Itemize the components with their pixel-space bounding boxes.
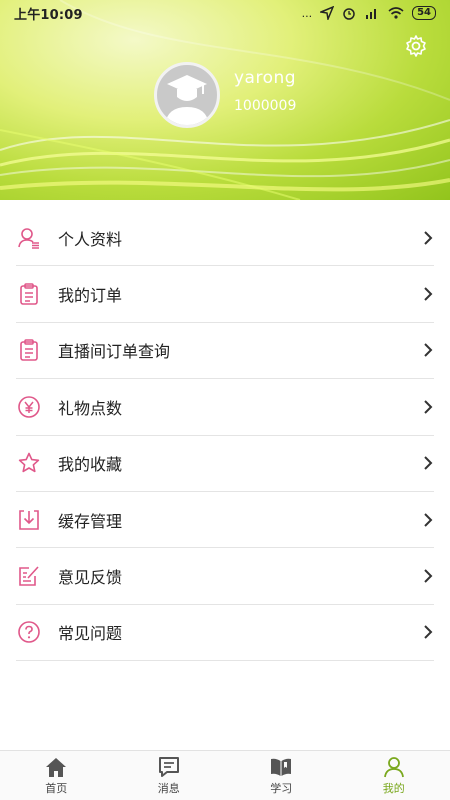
tab-label: 首页 (45, 781, 68, 795)
tab-label: 我的 (382, 781, 405, 795)
star-icon (16, 450, 42, 476)
user-icon (383, 756, 404, 777)
tab-label: 消息 (157, 781, 180, 795)
menu-item-label: 我的订单 (58, 286, 123, 306)
menu-item-favorites[interactable]: 我的收藏 (16, 436, 434, 492)
tab-label: 学习 (270, 781, 293, 795)
menu-item-label: 缓存管理 (58, 511, 123, 531)
battery-indicator: 54 (412, 6, 436, 20)
menu-item-label: 我的收藏 (58, 455, 123, 475)
chevron-right-icon (424, 625, 433, 640)
tab-study[interactable]: 学习 (225, 751, 338, 800)
alarm-icon (343, 8, 355, 20)
chevron-right-icon (424, 569, 433, 583)
book-icon (271, 758, 292, 776)
user-profile-icon (16, 225, 42, 251)
menu-item-label: 意见反馈 (58, 568, 123, 588)
menu-item-gift-points[interactable]: 礼物点数 (16, 379, 434, 436)
signal-dots: ... (301, 6, 313, 20)
menu-item-faq[interactable]: 常见问题 (16, 605, 434, 662)
download-icon (16, 507, 42, 533)
avatar[interactable] (154, 62, 220, 128)
chevron-right-icon (424, 400, 433, 414)
status-time: 上午10:09 (14, 7, 83, 23)
chevron-right-icon (424, 512, 433, 527)
menu-item-my-orders[interactable]: 我的订单 (16, 266, 434, 323)
wifi-icon (388, 7, 404, 19)
settings-menu-list: 个人资料 我的订单 直播间订单查询 礼物点数 我的收藏 缓存管理 意见反馈 常见… (0, 210, 450, 662)
tab-home[interactable]: 首页 (0, 751, 113, 800)
yen-coin-icon (16, 394, 42, 420)
menu-item-label: 个人资料 (58, 229, 123, 249)
user-id: 1000009 (234, 98, 297, 114)
settings-gear-icon[interactable] (404, 34, 428, 58)
chevron-right-icon (424, 287, 433, 301)
menu-item-profile[interactable]: 个人资料 (16, 210, 434, 267)
tab-mine[interactable]: 我的 (338, 751, 450, 800)
menu-item-cache-management[interactable]: 缓存管理 (16, 492, 434, 549)
status-bar: 上午10:09 ... 54 (0, 0, 450, 26)
menu-item-label: 常见问题 (58, 624, 123, 644)
bottom-tab-bar: 首页 消息 学习 我的 (0, 750, 450, 800)
status-icons: ... 54 (302, 6, 436, 20)
menu-item-label: 直播间订单查询 (58, 342, 171, 362)
tab-messages[interactable]: 消息 (113, 751, 226, 800)
header-wave-decoration (0, 0, 450, 200)
chevron-right-icon (424, 343, 433, 358)
menu-item-feedback[interactable]: 意见反馈 (16, 548, 434, 605)
location-icon (320, 6, 335, 20)
mobile-signal-icon (366, 9, 377, 19)
chevron-right-icon (424, 230, 433, 245)
clipboard-icon (16, 281, 42, 307)
menu-item-live-orders[interactable]: 直播间订单查询 (16, 323, 434, 380)
clipboard-icon (16, 337, 42, 363)
question-icon (16, 619, 42, 645)
graduate-avatar-icon (165, 75, 209, 125)
profile-header: 上午10:09 ... 54 yarong 1000009 (0, 0, 450, 200)
feedback-icon (16, 563, 42, 589)
chevron-right-icon (424, 456, 433, 470)
message-icon (158, 756, 179, 777)
username: yarong (234, 68, 297, 88)
menu-item-label: 礼物点数 (58, 398, 123, 418)
home-icon (46, 757, 67, 777)
